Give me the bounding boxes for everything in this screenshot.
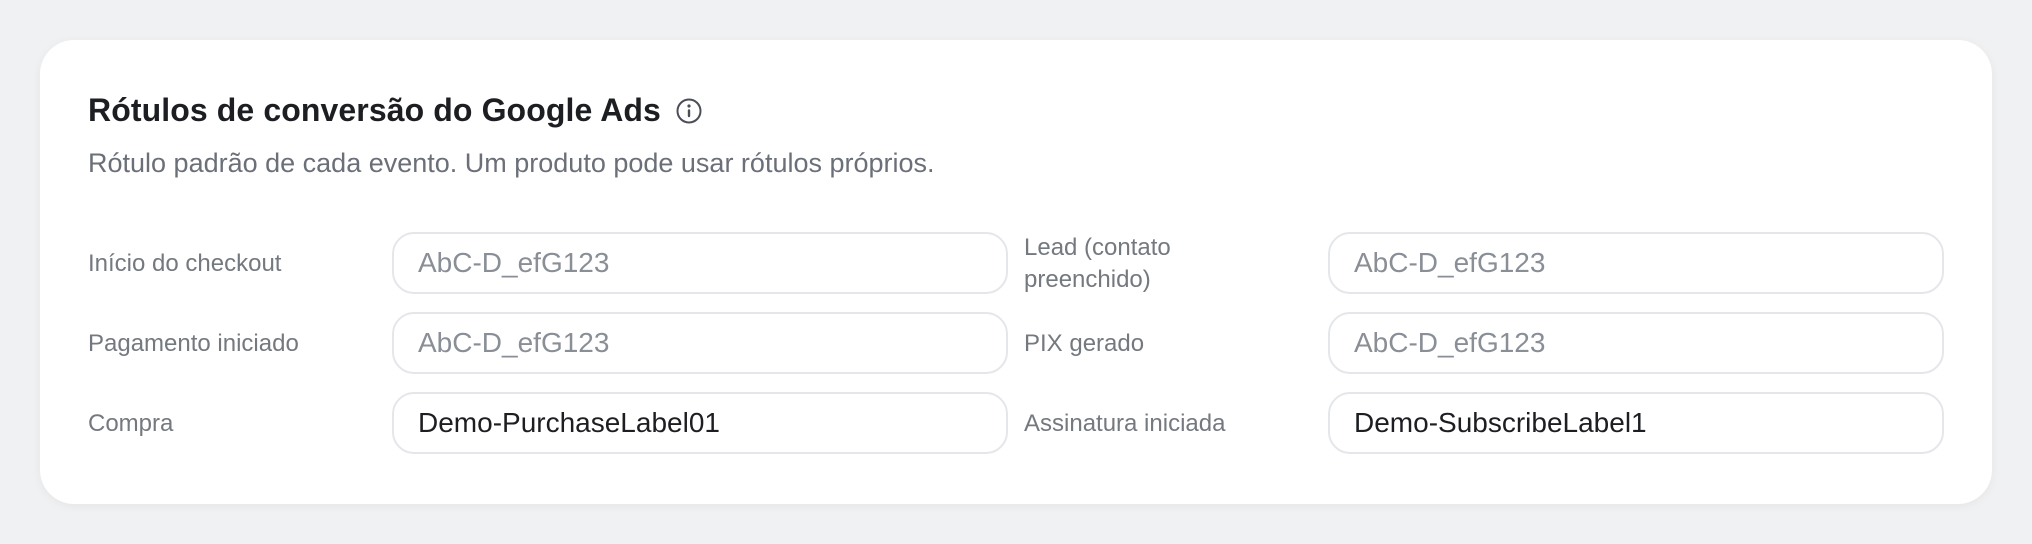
section-subtitle: Rótulo padrão de cada evento. Um produto… bbox=[88, 148, 935, 178]
pix-generated-label: PIX gerado bbox=[1024, 330, 1145, 357]
lead-label: Lead (contato preenchido) bbox=[1024, 234, 1171, 293]
payment-started-label: Pagamento iniciado bbox=[88, 330, 299, 357]
purchase-label: Compra bbox=[88, 410, 174, 437]
google-ads-conversion-labels-card: Rótulos de conversão do Google Ads Rótul… bbox=[40, 40, 1992, 504]
checkout-start-label: Início do checkout bbox=[88, 250, 282, 277]
lead-input[interactable] bbox=[1328, 232, 1944, 294]
purchase-input[interactable] bbox=[392, 392, 1008, 454]
subscription-started-label: Assinatura iniciada bbox=[1024, 410, 1226, 437]
subscription-started-input[interactable] bbox=[1328, 392, 1944, 454]
checkout-start-input[interactable] bbox=[392, 232, 1008, 294]
section-header: Rótulos de conversão do Google Ads bbox=[88, 92, 703, 129]
pix-generated-input[interactable] bbox=[1328, 312, 1944, 374]
info-icon[interactable] bbox=[675, 97, 703, 125]
section-title: Rótulos de conversão do Google Ads bbox=[88, 92, 661, 128]
payment-started-input[interactable] bbox=[392, 312, 1008, 374]
